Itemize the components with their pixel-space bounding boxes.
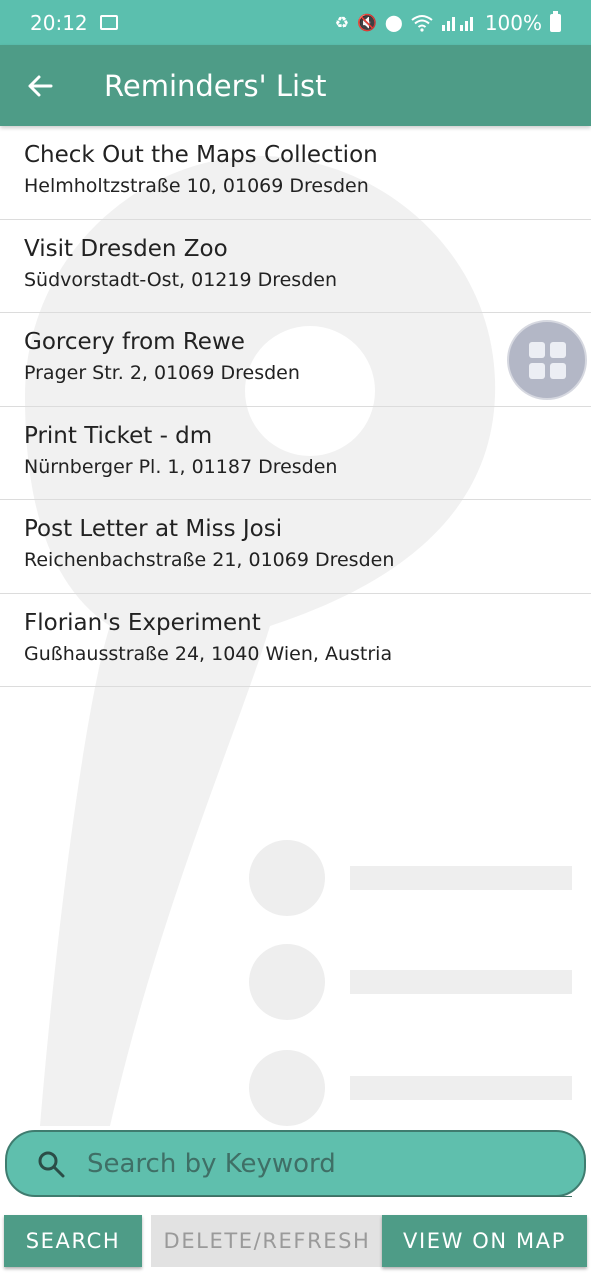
back-button[interactable] (0, 45, 80, 126)
reminder-address: Helmholtzstraße 10, 01069 Dresden (24, 175, 369, 197)
recycle-icon: ♻ (334, 13, 349, 32)
search-bar (5, 1130, 586, 1197)
status-bar: 20:12 ♻ 🔇 ⬤ 100% (0, 0, 591, 45)
reminder-title: Post Letter at Miss Josi (24, 516, 283, 542)
search-icon (38, 1151, 65, 1177)
delete-refresh-button[interactable]: DELETE/REFRESH (151, 1215, 383, 1267)
list-item[interactable]: Gorcery from Rewe Prager Str. 2, 01069 D… (0, 313, 591, 407)
battery-level: 100% (484, 10, 542, 35)
reminder-address: Prager Str. 2, 01069 Dresden (24, 362, 300, 384)
list-item[interactable]: Check Out the Maps Collection Helmholtzs… (0, 126, 591, 220)
search-button[interactable]: SEARCH (4, 1215, 142, 1267)
search-underline (79, 1196, 572, 1197)
reminder-address: Südvorstadt-Ost, 01219 Dresden (24, 268, 337, 291)
list-item[interactable]: Visit Dresden Zoo Südvorstadt-Ost, 01219… (0, 220, 591, 313)
apps-grid-icon (549, 341, 566, 358)
back-arrow-icon (28, 75, 53, 96)
location-icon: ⬤ (384, 13, 403, 32)
apps-grid-icon (528, 362, 545, 379)
reminder-title: Check Out the Maps Collection (24, 142, 378, 168)
list-item[interactable]: Florian's Experiment Gußhausstraße 24, 1… (0, 594, 591, 687)
app-bar: Reminders' List (0, 45, 591, 126)
reminder-title: Visit Dresden Zoo (24, 235, 228, 262)
apps-grid-icon (549, 362, 566, 379)
reminder-title: Florian's Experiment (24, 609, 261, 636)
reminder-title: Gorcery from Rewe (24, 329, 245, 355)
search-input[interactable] (87, 1148, 547, 1179)
apps-grid-button[interactable] (507, 320, 587, 400)
reminder-list: Check Out the Maps Collection Helmholtzs… (0, 126, 591, 687)
status-time: 20:12 (30, 10, 88, 35)
mute-icon: 🔇 (356, 13, 377, 32)
reminder-address: Reichenbachstraße 21, 01069 Dresden (24, 549, 395, 571)
reminder-title: Print Ticket - dm (24, 422, 213, 449)
view-on-map-button[interactable]: VIEW ON MAP (382, 1215, 587, 1267)
gallery-icon (99, 15, 118, 30)
status-icons: ♻ 🔇 ⬤ 100% (334, 10, 561, 35)
list-item[interactable]: Print Ticket - dm Nürnberger Pl. 1, 0118… (0, 407, 591, 500)
reminder-address: Gußhausstraße 24, 1040 Wien, Austria (24, 642, 393, 665)
page-title: Reminders' List (104, 68, 327, 103)
apps-grid-icon (528, 341, 545, 358)
wifi-icon (411, 14, 433, 32)
signal-icon (441, 16, 473, 31)
battery-icon (550, 10, 561, 32)
list-item[interactable]: Post Letter at Miss Josi Reichenbachstra… (0, 500, 591, 594)
reminder-address: Nürnberger Pl. 1, 01187 Dresden (24, 455, 338, 478)
